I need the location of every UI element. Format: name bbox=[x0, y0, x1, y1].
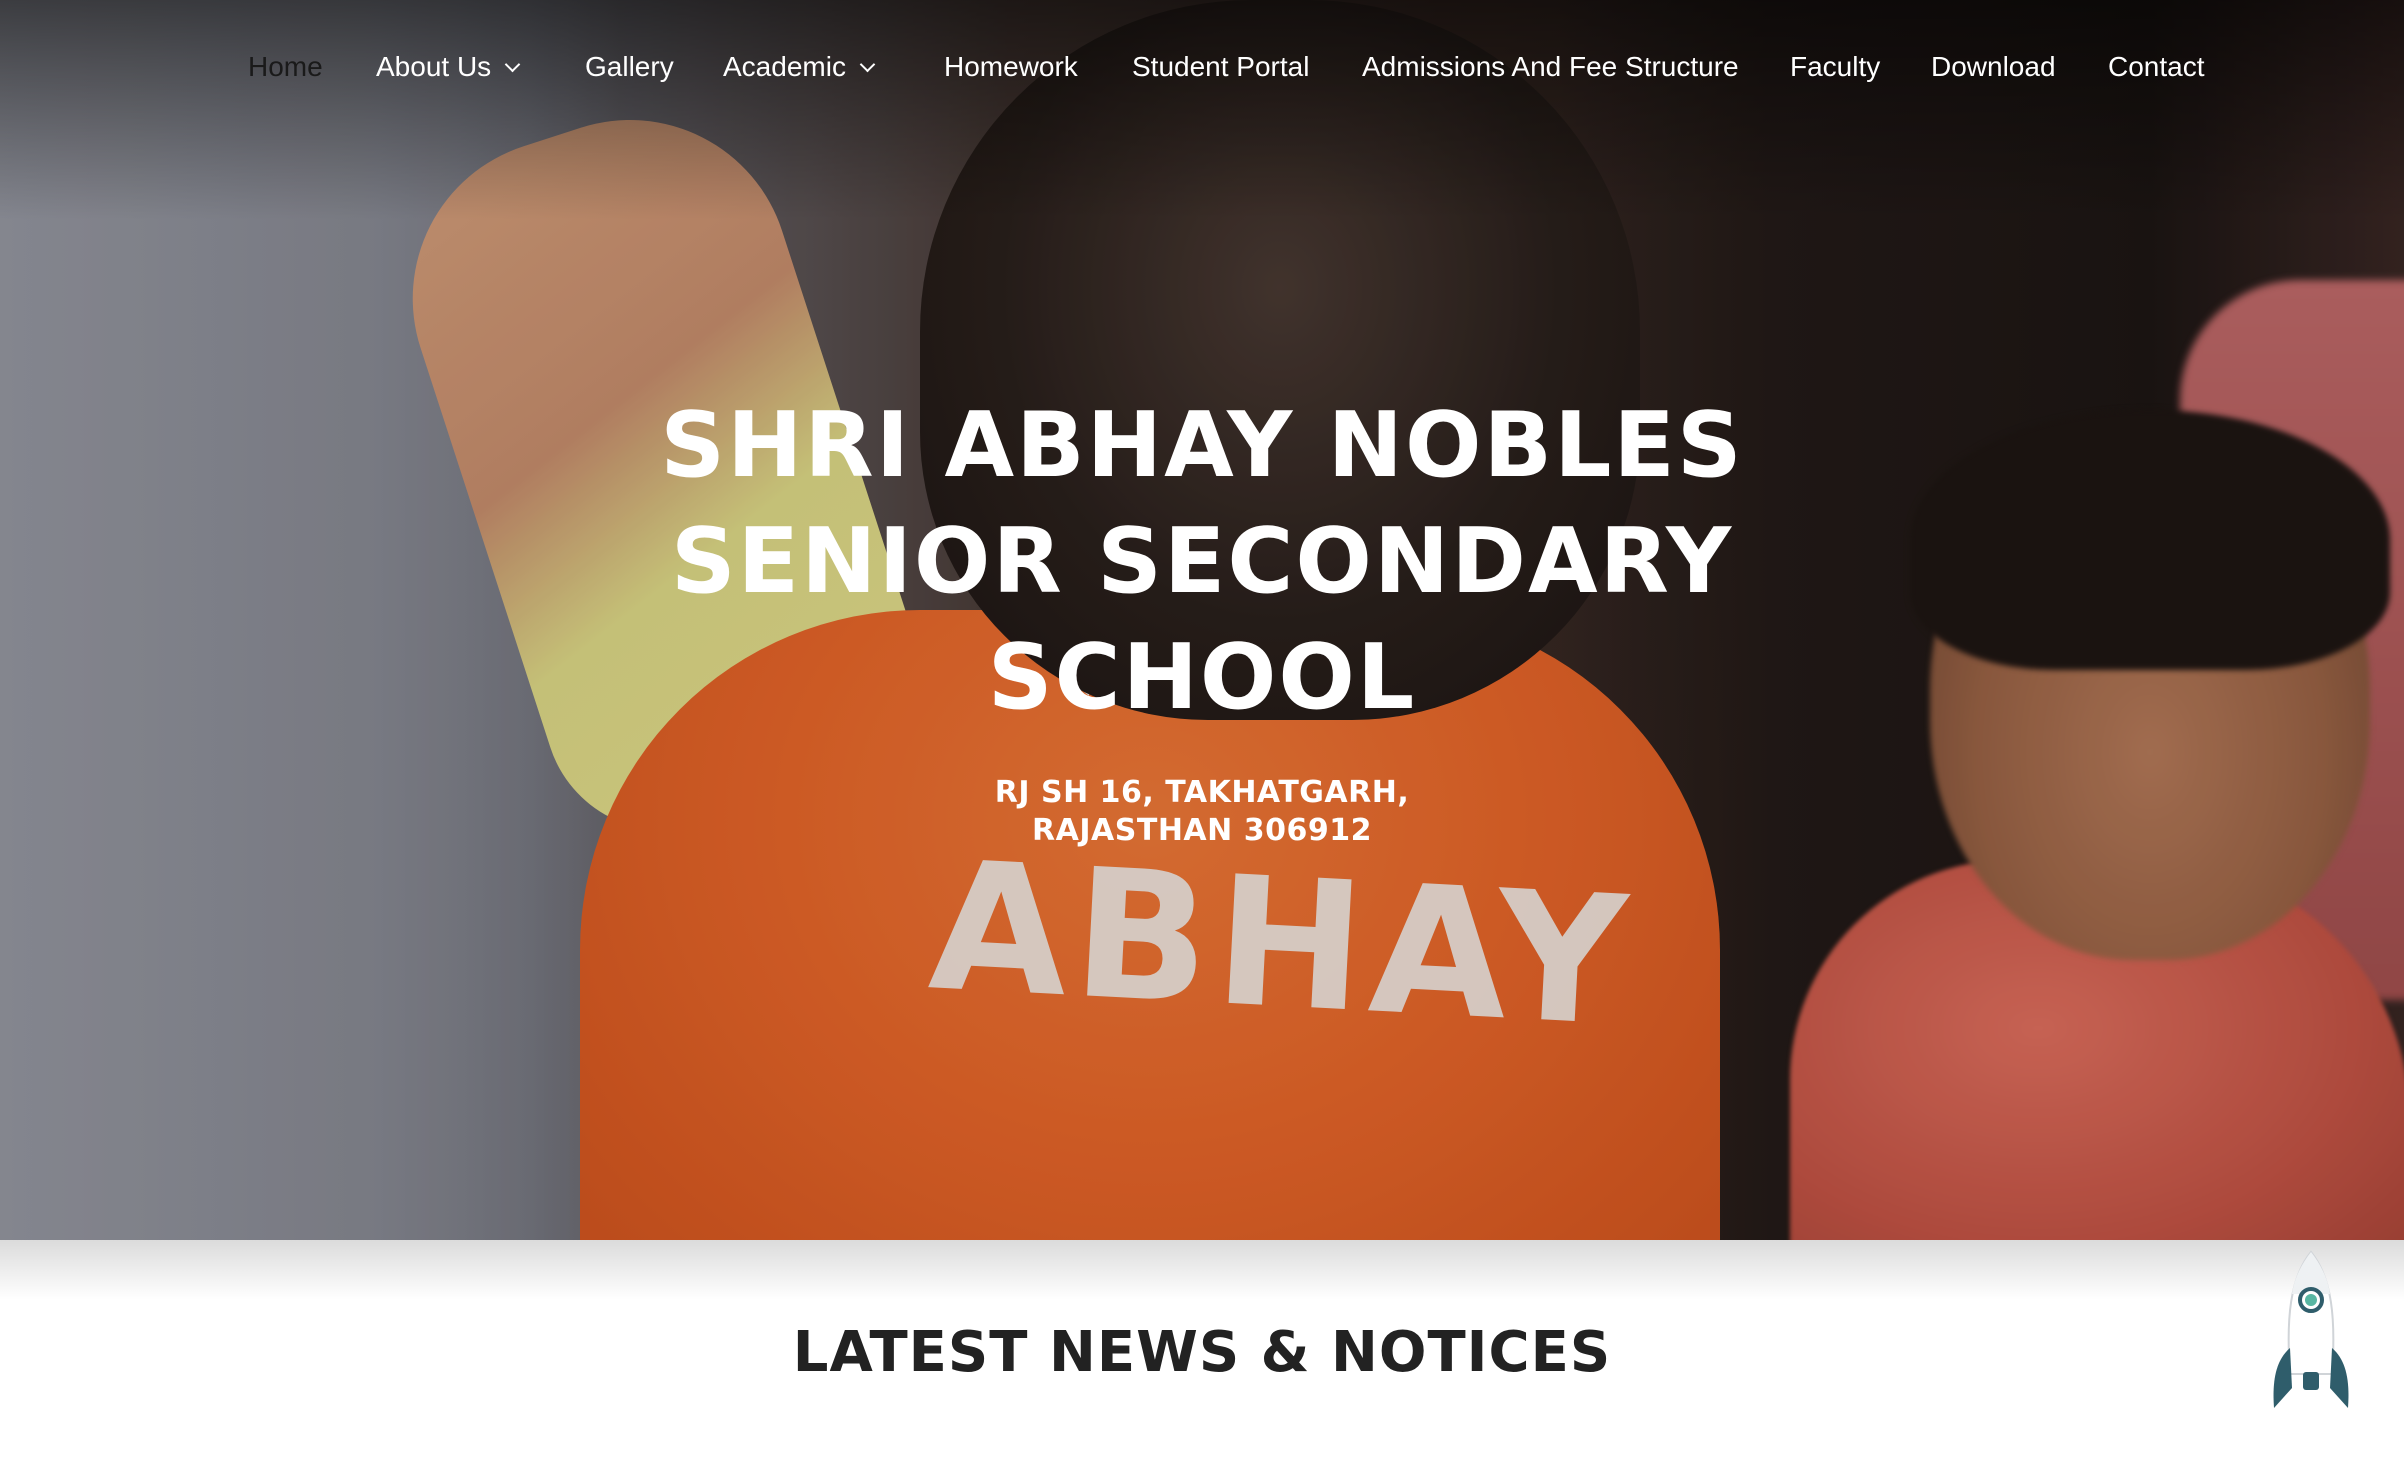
nav-about-us[interactable]: About Us bbox=[376, 44, 521, 90]
nav-admissions-label: Admissions And Fee Structure bbox=[1362, 51, 1739, 82]
nav-gallery[interactable]: Gallery bbox=[585, 44, 674, 90]
chevron-down-icon bbox=[504, 56, 521, 73]
nav-faculty-label: Faculty bbox=[1790, 51, 1881, 82]
nav-admissions-fee-structure[interactable]: Admissions And Fee Structure bbox=[1362, 44, 1739, 90]
main-navigation: Home About Us Gallery Academic Homework … bbox=[0, 44, 2404, 90]
nav-academic-label: Academic bbox=[723, 51, 846, 82]
section-divider-shadow bbox=[0, 1240, 2404, 1300]
nav-home-label: Home bbox=[248, 51, 323, 82]
nav-about-us-label: About Us bbox=[376, 51, 492, 82]
nav-contact-label: Contact bbox=[2108, 51, 2205, 82]
hero-address: RJ SH 16, TAKHATGARH, RAJASTHAN 306912 bbox=[0, 774, 2404, 850]
nav-gallery-label: Gallery bbox=[585, 51, 674, 82]
hero-title-line-2: SENIOR SECONDARY bbox=[670, 509, 1734, 614]
hero-address-line-2: RAJASTHAN 306912 bbox=[1032, 813, 1372, 848]
nav-academic[interactable]: Academic bbox=[723, 44, 876, 90]
rocket-icon bbox=[2273, 1250, 2349, 1408]
scroll-to-top-button[interactable] bbox=[2270, 1248, 2352, 1424]
nav-contact[interactable]: Contact bbox=[2108, 44, 2205, 90]
nav-homework[interactable]: Homework bbox=[944, 44, 1078, 90]
hero-title-line-3: SCHOOL bbox=[987, 625, 1417, 730]
hero-school-name: SHRI ABHAY NOBLES SENIOR SECONDARY SCHOO… bbox=[0, 388, 2404, 736]
nav-faculty[interactable]: Faculty bbox=[1790, 44, 1880, 90]
hero-address-line-1: RJ SH 16, TAKHATGARH, bbox=[994, 775, 1410, 810]
nav-homework-label: Homework bbox=[944, 51, 1078, 82]
nav-student-portal-label: Student Portal bbox=[1132, 51, 1310, 82]
hero-top-shade bbox=[0, 0, 2404, 220]
nav-download[interactable]: Download bbox=[1931, 44, 2056, 90]
news-section-heading: LATEST NEWS & NOTICES bbox=[792, 1320, 1612, 1385]
nav-student-portal[interactable]: Student Portal bbox=[1132, 44, 1309, 90]
nav-download-label: Download bbox=[1931, 51, 2056, 82]
chevron-down-icon bbox=[859, 56, 876, 73]
hero-banner: ABHAY SHRI ABHAY NOBLES SENIOR SECONDARY… bbox=[0, 0, 2404, 1240]
nav-home[interactable]: Home bbox=[248, 44, 323, 90]
hero-title-line-1: SHRI ABHAY NOBLES bbox=[660, 393, 1744, 498]
